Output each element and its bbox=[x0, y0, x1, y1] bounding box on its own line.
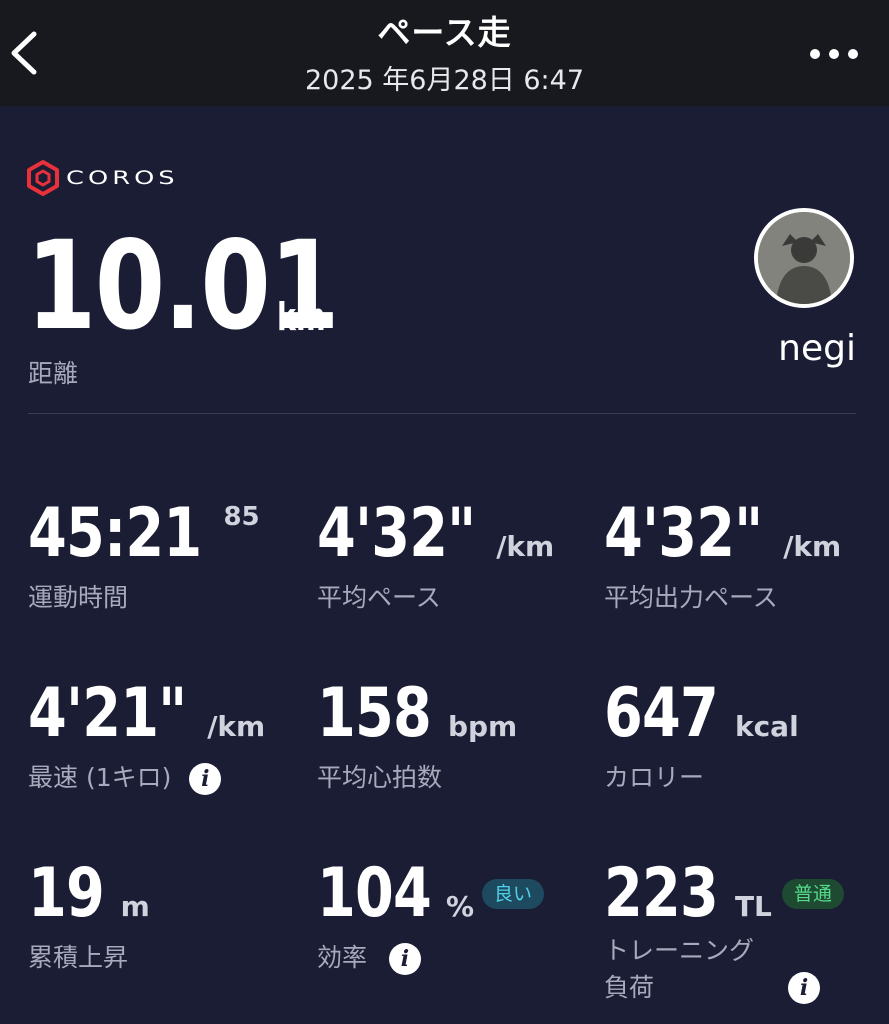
more-button[interactable] bbox=[806, 34, 862, 74]
user-silhouette-icon bbox=[758, 212, 850, 304]
brand-wordmark: COROS bbox=[66, 167, 179, 189]
stat-unit: /km bbox=[207, 710, 266, 743]
stat-label-line-2: 負荷 bbox=[604, 973, 655, 1002]
stat-value: 4'32" bbox=[604, 494, 763, 573]
stat-avg-power-pace: 4'32" /km 平均出力ペース bbox=[604, 494, 884, 624]
stat-calories: 647 kcal カロリー bbox=[604, 674, 884, 804]
top-bar: ペース走 2025 年6月28日 6:47 bbox=[0, 0, 889, 106]
stat-label: カロリー bbox=[604, 763, 705, 792]
stat-value: 4'32" bbox=[317, 494, 476, 573]
stat-value: 647 bbox=[604, 674, 719, 753]
stat-unit: /km bbox=[496, 530, 555, 563]
stat-label: 平均出力ペース bbox=[604, 583, 778, 612]
stat-unit: /km bbox=[783, 530, 842, 563]
stat-value: 4'21" bbox=[28, 674, 187, 753]
distance-unit: km bbox=[277, 295, 326, 339]
stat-label: トレーニング 負荷 i bbox=[604, 932, 820, 1006]
stat-unit: % bbox=[445, 890, 475, 923]
stat-label-text: 効率 bbox=[317, 943, 368, 972]
stat-unit: 85 bbox=[223, 502, 260, 532]
stat-exercise-time: 45:21 85 運動時間 bbox=[28, 494, 308, 624]
efficiency-rating-badge: 良い bbox=[482, 879, 545, 909]
more-horizontal-icon bbox=[810, 49, 858, 59]
stat-label: 運動時間 bbox=[28, 583, 129, 612]
stat-label-line-1: トレーニング bbox=[604, 936, 755, 965]
stat-training-load: 223 TL 普通 トレーニング 負荷 i bbox=[604, 854, 874, 1014]
stat-unit: m bbox=[120, 890, 150, 923]
stat-label: 平均心拍数 bbox=[317, 763, 443, 792]
avatar[interactable] bbox=[754, 208, 854, 308]
activity-datetime: 2025 年6月28日 6:47 bbox=[304, 65, 585, 96]
info-icon[interactable]: i bbox=[388, 943, 421, 975]
info-icon[interactable]: i bbox=[189, 763, 222, 795]
stat-total-ascent: 19 m 累積上昇 bbox=[28, 854, 308, 984]
stat-best-pace: 4'21" /km 最速 (1キロ) i bbox=[28, 674, 308, 804]
distance-label: 距離 bbox=[28, 359, 79, 388]
stat-avg-pace: 4'32" /km 平均ペース bbox=[317, 494, 597, 624]
stat-label: 累積上昇 bbox=[28, 943, 129, 972]
stat-unit: bpm bbox=[447, 710, 518, 743]
stat-avg-heart-rate: 158 bpm 平均心拍数 bbox=[317, 674, 597, 804]
stat-label: 平均ペース bbox=[317, 583, 441, 612]
coros-hexagon-icon bbox=[27, 160, 59, 196]
stat-efficiency: 104 % 良い 効率 i bbox=[317, 854, 607, 984]
stat-unit: TL bbox=[734, 890, 772, 923]
stat-label: 最速 (1キロ) i bbox=[28, 758, 222, 795]
stat-label: 効率 i bbox=[317, 938, 421, 975]
coros-logo: COROS bbox=[26, 160, 175, 196]
stat-value: 104 bbox=[317, 854, 432, 933]
info-icon[interactable]: i bbox=[788, 971, 820, 1004]
stat-value: 19 bbox=[28, 854, 105, 933]
page-title: ペース走 bbox=[377, 13, 512, 52]
stat-label-text: 最速 (1キロ) bbox=[28, 763, 172, 792]
training-load-badge: 普通 bbox=[781, 879, 844, 909]
stat-value: 45:21 bbox=[28, 494, 202, 573]
stat-unit: kcal bbox=[734, 710, 799, 743]
stat-value: 158 bbox=[317, 674, 432, 753]
stat-label-line-2-row: 負荷 i bbox=[604, 969, 820, 1006]
divider bbox=[28, 413, 856, 414]
stat-value: 223 bbox=[604, 854, 719, 933]
username: negi bbox=[778, 328, 856, 369]
